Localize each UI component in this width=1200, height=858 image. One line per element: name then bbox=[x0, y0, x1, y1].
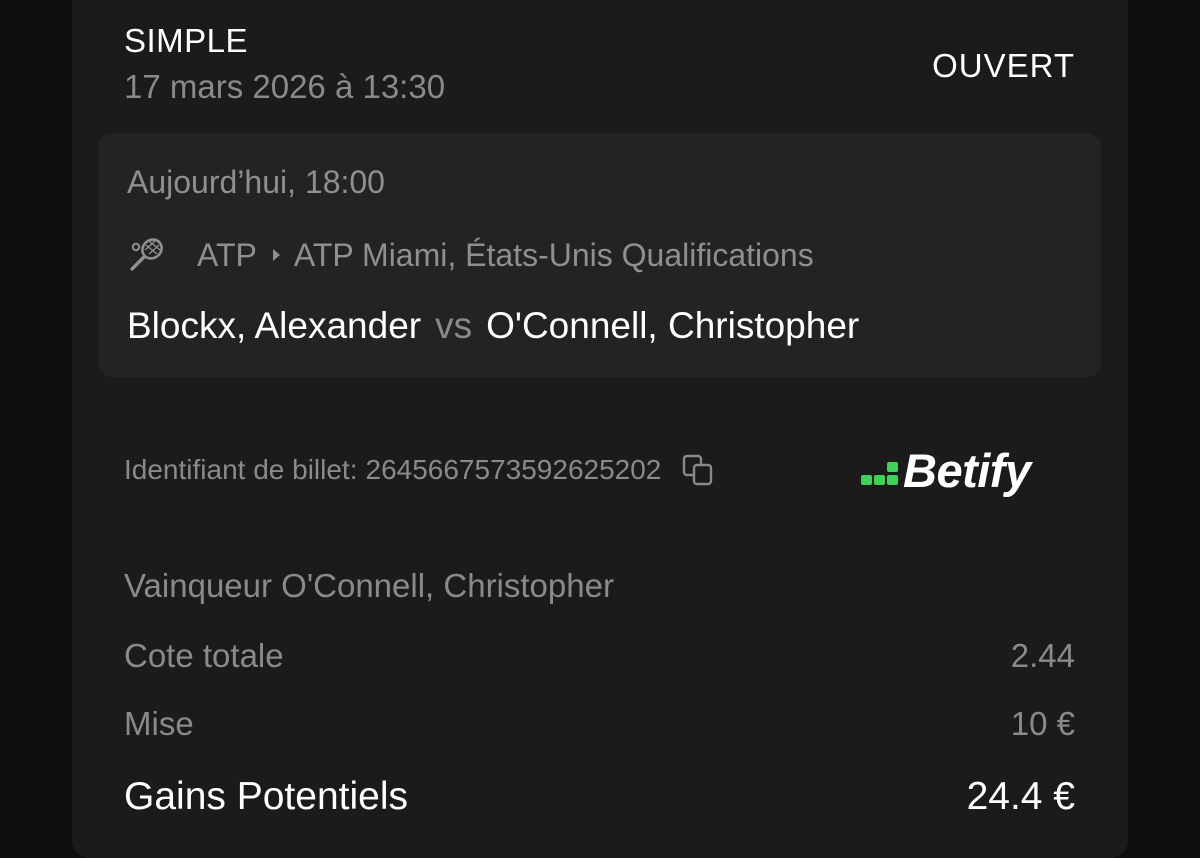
event-competition: ATP Miami, États-Unis Qualifications bbox=[293, 236, 814, 273]
chevron-right-icon bbox=[272, 249, 280, 261]
vs-separator: vs bbox=[435, 305, 473, 346]
bet-type: SIMPLE bbox=[124, 22, 249, 59]
brand-logo: Betify bbox=[859, 441, 1031, 499]
match-title: Blockx, Alexander vs O'Connell, Christophe… bbox=[127, 305, 859, 347]
copy-icon[interactable] bbox=[681, 453, 715, 487]
payout-row: Gains Potentiels 24.4 € bbox=[124, 775, 1075, 819]
payout-value: 24.4 € bbox=[966, 775, 1075, 818]
ticket-id-label: Identifiant de billet: bbox=[124, 454, 358, 485]
stake-label: Mise bbox=[124, 705, 194, 742]
odds-value: 2.44 bbox=[1010, 637, 1075, 674]
event-time: Aujourd’hui, 18:00 bbox=[127, 164, 385, 200]
bet-selection: Vainqueur O'Connell, Christopher bbox=[124, 567, 614, 604]
ticket-id-row: Identifiant de billet: 26456675735926252… bbox=[124, 450, 715, 490]
bet-date: 17 mars 2026 à 13:30 bbox=[124, 68, 446, 105]
brand-name: Betify bbox=[903, 443, 1031, 497]
odds-row: Cote totale 2.44 bbox=[124, 637, 1075, 675]
status-badge: OUVERT bbox=[932, 47, 1075, 84]
odds-label: Cote totale bbox=[124, 637, 284, 674]
event-panel[interactable]: Aujourd’hui, 18:00 ATP ATP Miami, États-… bbox=[98, 133, 1101, 377]
stake-row: Mise 10 € bbox=[124, 705, 1075, 743]
tennis-racket-icon bbox=[130, 238, 163, 271]
brand-logo-mark-icon bbox=[861, 462, 898, 485]
stake-value: 10 € bbox=[1010, 705, 1075, 742]
home-player: Blockx, Alexander bbox=[127, 305, 422, 346]
event-breadcrumb: ATP ATP Miami, États-Unis Qualifications bbox=[127, 233, 1007, 277]
bet-card: SIMPLE 17 mars 2026 à 13:30 OUVERT Aujou… bbox=[72, 0, 1128, 858]
ticket-id-value: 2645667573592625202 bbox=[365, 454, 662, 485]
text-fade-overlay bbox=[991, 223, 1101, 363]
event-category: ATP bbox=[197, 236, 257, 273]
away-player: O'Connell, Christopher bbox=[486, 305, 860, 346]
payout-label: Gains Potentiels bbox=[124, 775, 408, 818]
